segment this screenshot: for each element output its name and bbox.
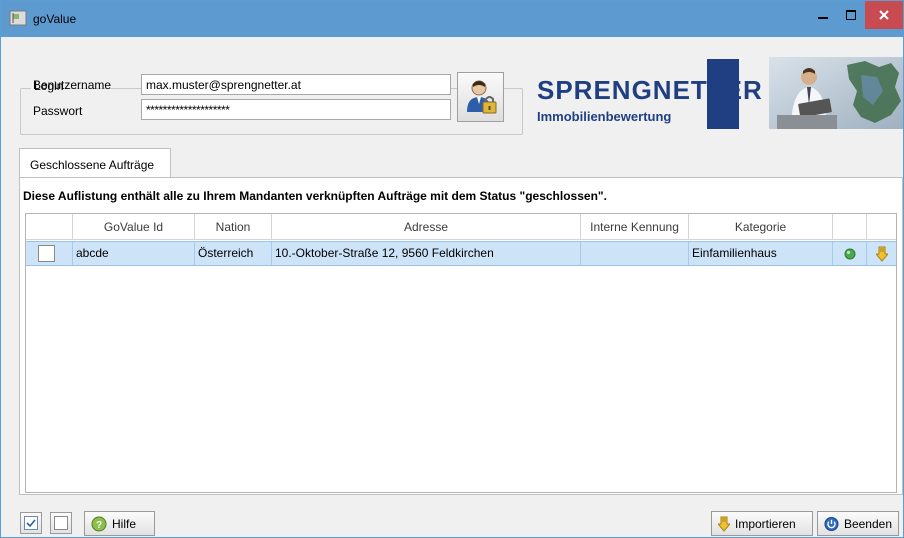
download-arrow-icon [875,246,888,262]
column-header-status [833,214,867,240]
bottom-toolbar: ? Hilfe Importieren Beenden [1,501,903,537]
list-description: Diese Auflistung enthält alle zu Ihrem M… [23,189,607,203]
cell-adresse: 10.-Oktober-Straße 12, 9560 Feldkirchen [272,242,581,265]
logo-text: SPRENGNETTER [537,75,763,105]
login-button[interactable] [457,72,504,122]
tab-geschlossene-auftraege[interactable]: Geschlossene Aufträge [19,148,171,178]
column-header-interne-kennung[interactable]: Interne Kennung [581,214,689,240]
flag-icon [9,10,27,26]
maximize-button[interactable] [837,1,865,29]
help-label: Hilfe [112,516,137,531]
app-window: goValue Login Benutzername Passwort SPRE… [0,0,904,538]
exit-label: Beenden [843,516,892,531]
user-lock-icon [466,80,496,114]
check-all-icon [24,516,38,530]
row-checkbox[interactable] [38,245,55,262]
green-status-dot-icon [844,248,855,259]
check-all-button[interactable] [20,512,42,534]
column-header-govalue-id[interactable]: GoValue Id [73,214,195,240]
row-select-cell [26,242,73,265]
cell-interne-kennung [581,242,689,265]
password-field[interactable] [141,99,451,120]
svg-text:?: ? [96,520,102,531]
password-label: Passwort [33,104,83,118]
help-icon: ? [91,516,107,531]
maximize-icon [846,10,856,20]
window-title: goValue [33,12,77,26]
logo-subtext: Immobilienbewertung [537,109,672,124]
cell-kategorie: Einfamilienhaus [689,242,833,265]
column-header-kategorie[interactable]: Kategorie [689,214,833,240]
exit-button[interactable]: Beenden [817,511,899,536]
cell-govalue-id: abcde [73,242,195,265]
close-button[interactable] [865,1,903,29]
uncheck-all-button[interactable] [50,512,72,534]
import-label: Importieren [735,516,796,531]
column-header-import [867,214,896,240]
orders-table[interactable]: GoValue Id Nation Adresse Interne Kennun… [25,213,897,493]
uncheck-all-icon [54,516,68,530]
cell-nation: Österreich [195,242,272,265]
table-row[interactable]: abcde Österreich 10.-Oktober-Straße 12, … [26,241,896,266]
minimize-button[interactable] [809,1,837,29]
cell-status [833,242,867,265]
close-icon [879,10,889,20]
cell-import[interactable] [867,242,896,265]
username-field[interactable] [141,74,451,95]
import-icon [718,516,730,532]
column-header-nation[interactable]: Nation [195,214,272,240]
username-label: Benutzername [33,78,112,92]
column-header-select [26,214,73,240]
title-bar: goValue [1,1,903,37]
column-header-adresse[interactable]: Adresse [272,214,581,240]
power-icon [824,516,839,531]
minimize-icon [818,17,828,19]
brand-photo [769,57,903,129]
help-button[interactable]: ? Hilfe [84,511,155,536]
import-button[interactable]: Importieren [711,511,813,536]
